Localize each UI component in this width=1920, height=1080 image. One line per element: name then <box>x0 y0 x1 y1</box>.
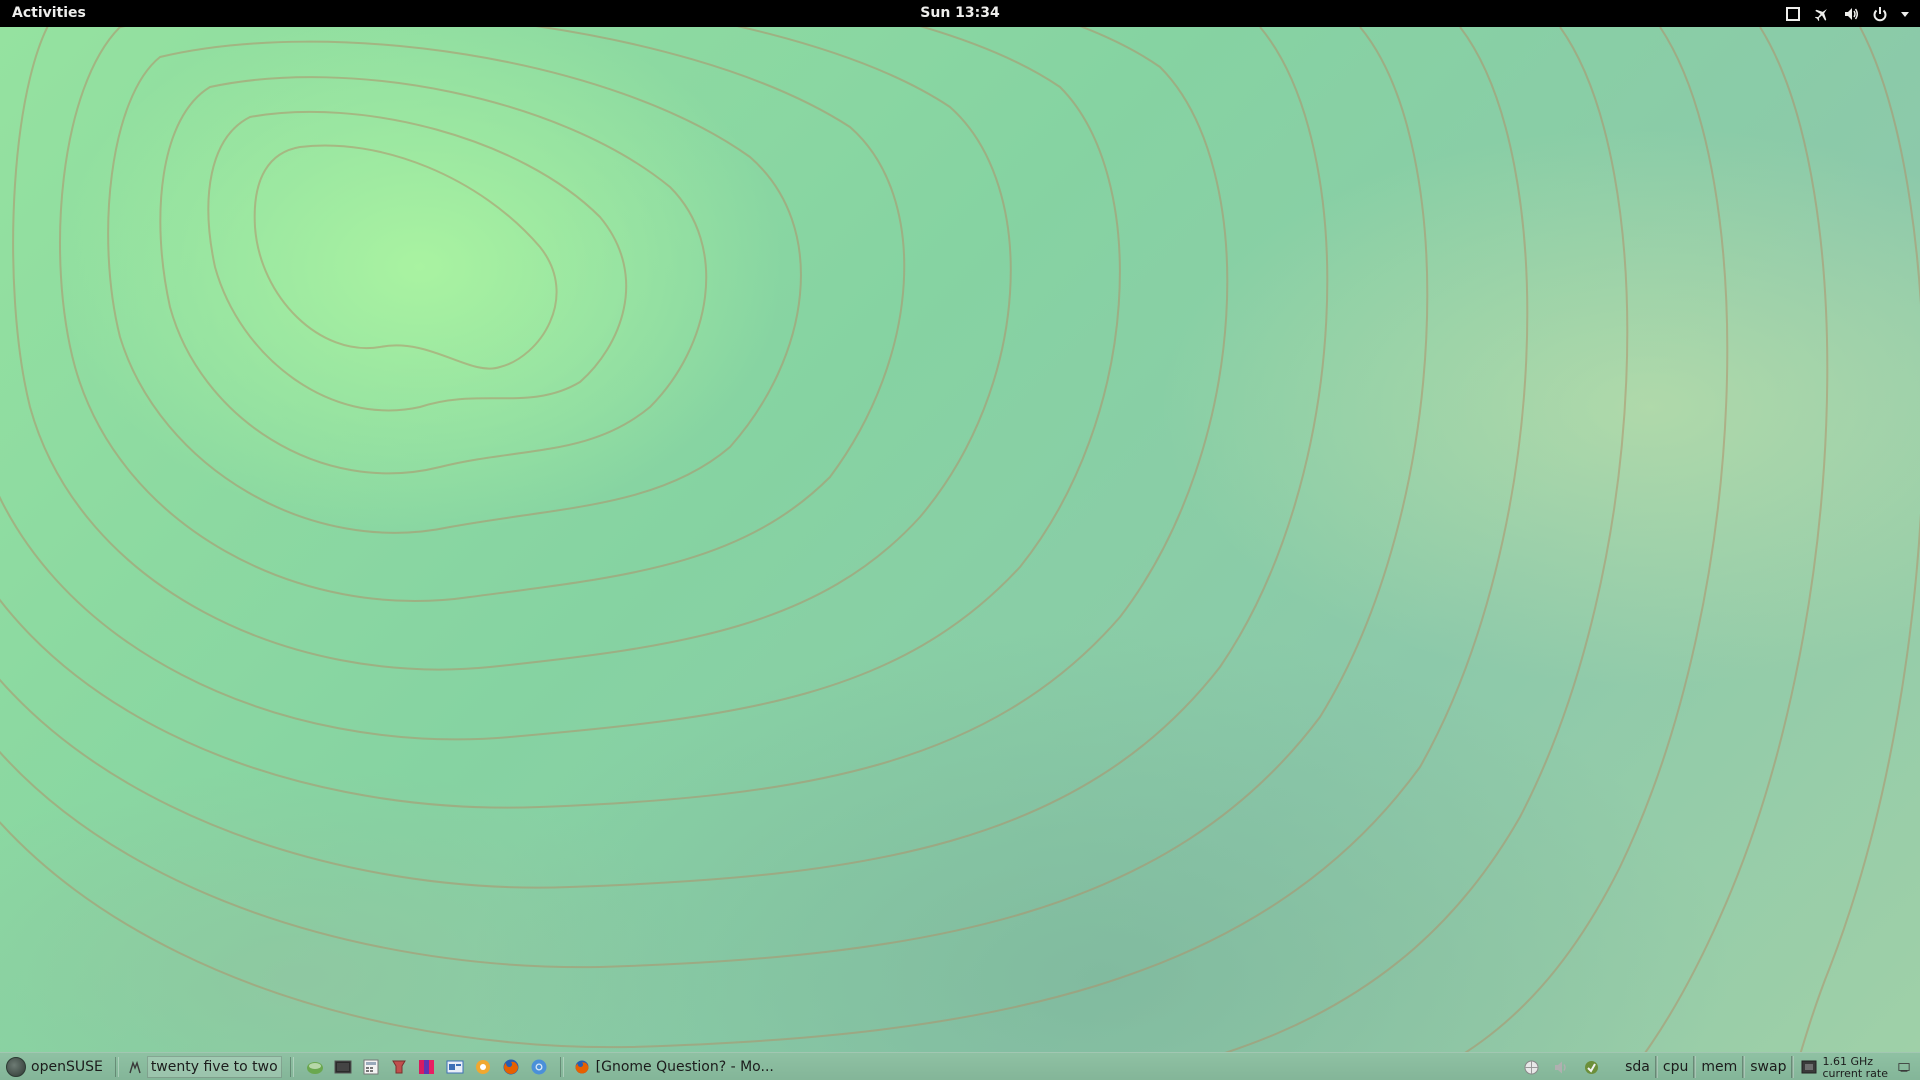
firefox-icon[interactable] <box>500 1056 522 1078</box>
browser-window-icon <box>575 1060 589 1074</box>
show-desktop-icon <box>1898 1063 1910 1072</box>
cpu-frequency-readout: 1.61 GHz current rate <box>1822 1056 1888 1078</box>
top-clock: Sun 13:34 <box>0 5 1920 21</box>
fuzzy-clock-text: twenty five to two <box>146 1056 282 1078</box>
updates-icon[interactable] <box>1580 1056 1602 1078</box>
activities-button[interactable]: Activities <box>12 5 86 21</box>
cpu-frequency-applet[interactable]: 1.61 GHz current rate <box>1800 1056 1888 1078</box>
network-icon[interactable] <box>1520 1056 1542 1078</box>
power-icon[interactable] <box>1871 5 1888 22</box>
calculator-icon[interactable] <box>360 1056 382 1078</box>
bottom-panel: openSUSE twenty five to two [Gnome Quest… <box>0 1052 1920 1080</box>
menu-label: openSUSE <box>31 1059 103 1075</box>
disk-monitor-sda[interactable]: sda <box>1620 1056 1655 1078</box>
volume-icon[interactable] <box>1842 5 1859 22</box>
opensuse-menu-button[interactable]: openSUSE <box>0 1054 111 1080</box>
desktop-screen: Activities Sun 13:34 openSUSE twenty fiv… <box>0 0 1920 1080</box>
media-player-icon[interactable] <box>472 1056 494 1078</box>
clock-applet-icon <box>129 1060 141 1074</box>
monitor-graph-separator <box>1791 1056 1795 1078</box>
window-icon[interactable] <box>1784 5 1801 22</box>
terminal-icon[interactable] <box>304 1056 326 1078</box>
desktop-wallpaper <box>0 27 1920 1052</box>
right-applets: sda cpu mem swap 1.61 GHz current rate <box>1516 1053 1920 1080</box>
swap-monitor[interactable]: swap <box>1745 1056 1791 1078</box>
top-bar: Activities Sun 13:34 <box>0 0 1920 27</box>
speaker-icon[interactable] <box>1550 1056 1572 1078</box>
contour-lines <box>0 27 1920 1052</box>
panel-separator <box>289 1057 294 1077</box>
memory-monitor[interactable]: mem <box>1696 1056 1742 1078</box>
dropdown-arrow-icon[interactable] <box>1900 5 1910 22</box>
date-time-button[interactable]: Sun 13:34 <box>920 5 999 21</box>
color-palette-icon[interactable] <box>416 1056 438 1078</box>
launcher-group <box>298 1056 556 1078</box>
cpu-chip-icon <box>1801 1060 1817 1074</box>
fuzzy-clock-applet[interactable]: twenty five to two <box>123 1055 286 1079</box>
show-desktop-button[interactable] <box>1896 1056 1912 1078</box>
cpu-frequency-caption: current rate <box>1822 1067 1888 1079</box>
status-area <box>1784 0 1910 27</box>
airplane-mode-icon[interactable] <box>1813 5 1830 22</box>
system-monitor-icon[interactable] <box>332 1056 354 1078</box>
settings-icon[interactable] <box>388 1056 410 1078</box>
opensuse-logo-icon <box>6 1057 26 1077</box>
panel-separator <box>114 1057 119 1077</box>
taskbar-window-button[interactable]: [Gnome Question? - Mo... <box>568 1055 782 1079</box>
chromium-icon[interactable] <box>528 1056 550 1078</box>
screenshot-icon[interactable] <box>444 1056 466 1078</box>
panel-separator <box>559 1057 564 1077</box>
cpu-monitor[interactable]: cpu <box>1658 1056 1693 1078</box>
taskbar-window-title: [Gnome Question? - Mo... <box>595 1059 774 1075</box>
